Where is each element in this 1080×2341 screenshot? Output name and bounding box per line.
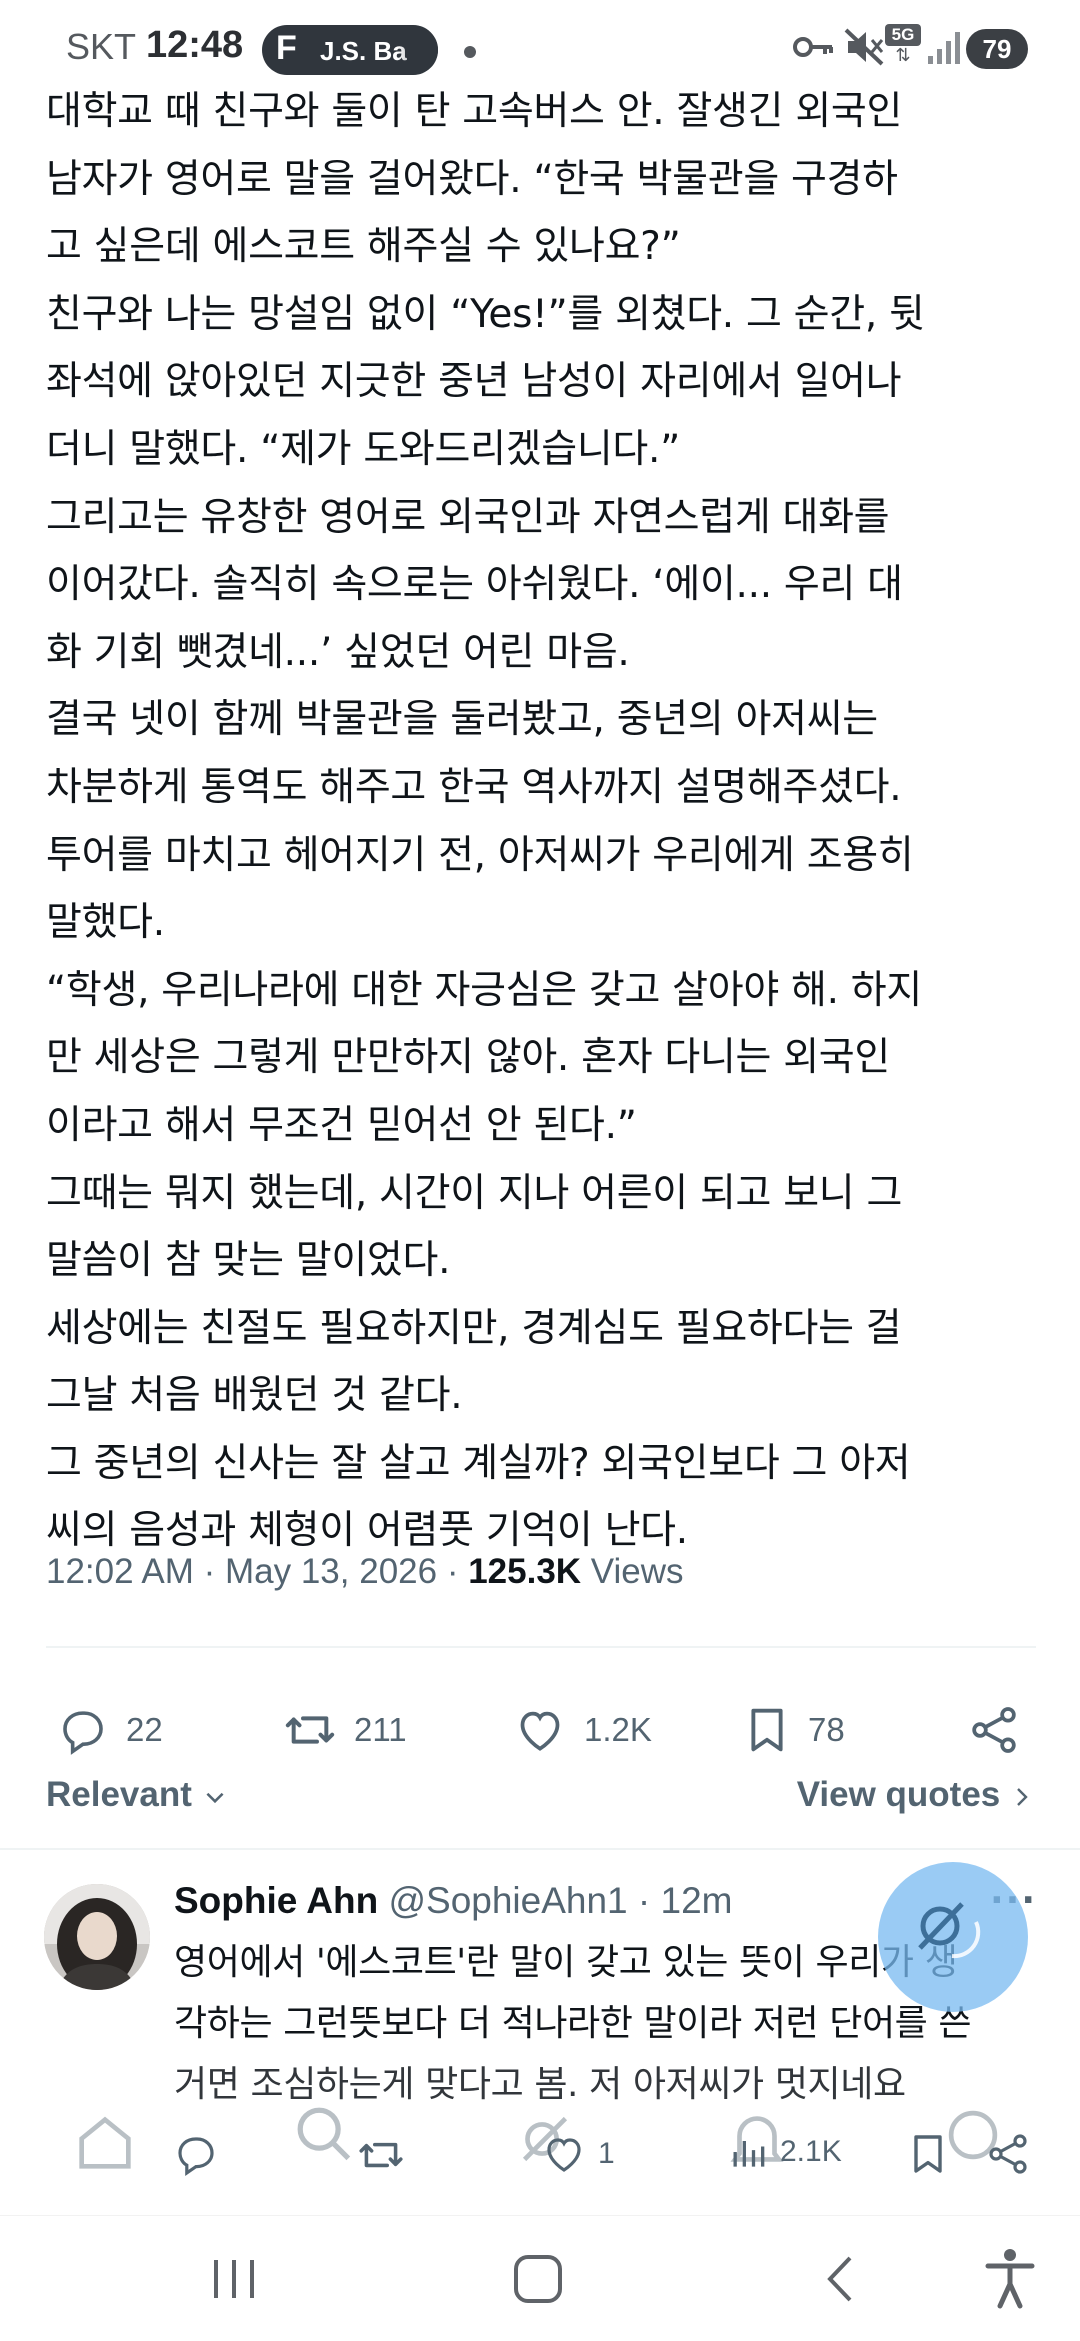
divider — [46, 1646, 1036, 1648]
tweet-time[interactable]: 12:02 AM — [46, 1552, 194, 1591]
battery-indicator: 79 — [966, 29, 1028, 69]
bookmark-count: 78 — [808, 1711, 845, 1748]
tweet-line: 차분하게 통역도 해주고 한국 역사까지 설명해주셨다. — [46, 764, 902, 810]
share-button[interactable] — [966, 1680, 1022, 1780]
clock: 12:48 — [146, 24, 244, 66]
reply-reply-button[interactable] — [172, 2130, 220, 2178]
bookmark-icon — [751, 1708, 783, 1752]
carrier-label: SKT — [66, 26, 137, 67]
reply-time: · 12m — [627, 1880, 733, 1921]
tweet-line: 그때는 뭐지 했는데, 시간이 지나 어른이 되고 보니 그 — [46, 1170, 903, 1216]
notification-pill[interactable]: F J.S. Ba — [262, 25, 438, 75]
tweet-line: 화 기회 뺏겼네...’ 싶었던 어린 마음. — [46, 629, 630, 675]
tweet-line: 더니 말했다. “제가 도와드리겠습니다.” — [46, 426, 680, 472]
tweet-line: 이어갔다. 솔직히 속으로는 아쉬웠다. ‘에이... 우리 대 — [46, 562, 903, 608]
f-app-icon: F — [276, 29, 297, 67]
floating-action-button[interactable] — [878, 1862, 1028, 2012]
like-count: 1.2K — [584, 1711, 652, 1748]
home-button-icon[interactable] — [510, 2252, 566, 2306]
reply-views-count: 2.1K — [780, 2135, 842, 2168]
views-label: Views — [581, 1552, 684, 1591]
views-icon — [733, 2141, 765, 2167]
signal-icon — [928, 32, 960, 64]
reply-actions: 1 2.1K — [0, 2120, 1080, 2210]
tweet-line: 그 중년의 신사는 잘 살고 계실까? 외국인보다 그 아저 — [46, 1440, 911, 1486]
tweet-line: “학생, 우리나라에 대한 자긍심은 갖고 살아야 해. 하지 — [46, 967, 922, 1013]
tweet-line: 대학교 때 친구와 둘이 탄 고속버스 안. 잘생긴 외국인 — [46, 89, 903, 134]
reply-icon — [63, 1711, 103, 1755]
tweet-line: 이라고 해서 무조건 믿어선 안 된다.” — [46, 1102, 637, 1148]
view-quotes-link[interactable]: View quotes — [797, 1775, 1034, 1815]
bookmark-icon — [914, 2135, 942, 2173]
reply-author-name[interactable]: Sophie Ahn — [174, 1880, 378, 1921]
repost-icon — [359, 2142, 403, 2168]
meta-separator: · — [193, 1552, 225, 1591]
key-icon — [793, 37, 833, 57]
tweet-line: 만 세상은 그렇게 만만하지 않아. 혼자 다니는 외국인 — [46, 1035, 890, 1081]
heart-icon — [520, 1711, 560, 1751]
network-5g-icon: 5G ⇅ — [885, 24, 921, 70]
tweet-line: 고 싶은데 에스코트 해주실 수 있나요?” — [46, 224, 681, 270]
accessibility-icon[interactable] — [982, 2246, 1038, 2310]
recent-apps-icon[interactable] — [206, 2254, 262, 2304]
tweet-line: 말씀이 참 맞는 말이었다. — [46, 1238, 451, 1284]
view-quotes-label: View quotes — [796, 1775, 1001, 1814]
share-icon — [989, 2134, 1027, 2174]
meta-separator: · — [437, 1552, 469, 1591]
reply-button[interactable]: 22 — [56, 1680, 163, 1780]
tweet-line: 좌석에 앉아있던 지긋한 중년 남성이 자리에서 일어나 — [46, 359, 902, 405]
tweet-meta: 12:02 AM · May 13, 2026 · 125.3K Views — [46, 1552, 684, 1592]
repost-count: 211 — [354, 1711, 407, 1748]
mute-icon — [844, 28, 884, 66]
tweet-line: 그리고는 유창한 영어로 외국인과 자연스럽게 대화를 — [46, 494, 890, 540]
tweet-text: 대학교 때 친구와 둘이 탄 고속버스 안. 잘생긴 외국인 남자가 영어로 말… — [46, 78, 1046, 1565]
tweet-line: 세상에는 친절도 필요하지만, 경계심도 필요하다는 걸 — [46, 1305, 902, 1351]
reply-share-button[interactable] — [984, 2130, 1032, 2178]
repost-button[interactable]: 211 — [282, 1680, 407, 1780]
tweet-line: 그날 처음 배웠던 것 같다. — [46, 1373, 463, 1419]
reply-icon — [178, 2137, 214, 2177]
reply-repost-button[interactable] — [356, 2130, 406, 2180]
like-button[interactable]: 1.2K — [512, 1680, 652, 1780]
reply-bookmark-button[interactable] — [906, 2130, 950, 2178]
reply-like-button[interactable]: 1 — [540, 2130, 615, 2178]
tweet-line: 친구와 나는 망설임 없이 “Yes!”를 외쳤다. 그 순간, 뒷 — [46, 291, 925, 337]
reply-header: Sophie Ahn @SophieAhn1 · 12m — [174, 1880, 733, 1922]
chevron-down-icon — [206, 1792, 224, 1803]
reply-views-button[interactable]: 2.1K — [726, 2130, 842, 2174]
tweet-actions: 22 211 1.2K 78 — [0, 1680, 1080, 1780]
reply-count: 22 — [126, 1711, 163, 1748]
reply-author-handle[interactable]: @SophieAhn1 — [378, 1880, 627, 1921]
sort-label: Relevant — [46, 1775, 192, 1814]
tweet-line: 투어를 마치고 헤어지기 전, 아저씨가 우리에게 조용히 — [46, 832, 914, 878]
tweet-line: 결국 넷이 함께 박물관을 둘러봤고, 중년의 아저씨는 — [46, 697, 878, 743]
share-icon — [972, 1707, 1016, 1753]
divider — [0, 1848, 1080, 1850]
tweet-date[interactable]: May 13, 2026 — [225, 1552, 437, 1591]
grok-icon — [918, 1902, 981, 1959]
repost-icon — [285, 1716, 335, 1744]
reply-like-count: 1 — [598, 2137, 615, 2170]
tweet-line: 말했다. — [46, 900, 165, 946]
tweet-line: 남자가 영어로 말을 걸어왔다. “한국 박물관을 구경하 — [46, 156, 898, 202]
system-navigation-bar — [0, 2215, 1080, 2341]
back-icon[interactable] — [820, 2254, 860, 2304]
status-bar: SKT 12:48 F J.S. Ba 5G ⇅ 79 — [0, 0, 1080, 80]
avatar-photo — [44, 1884, 150, 1990]
views-count: 125.3K — [468, 1552, 582, 1591]
heart-icon — [547, 2138, 581, 2172]
sort-dropdown[interactable]: Relevant — [46, 1775, 228, 1815]
chevron-right-icon — [1017, 1787, 1028, 1806]
bookmark-button[interactable]: 78 — [742, 1680, 845, 1780]
notification-pill-text: J.S. Ba — [320, 36, 407, 66]
reply-avatar[interactable] — [44, 1884, 150, 1990]
notification-dot — [464, 46, 476, 58]
